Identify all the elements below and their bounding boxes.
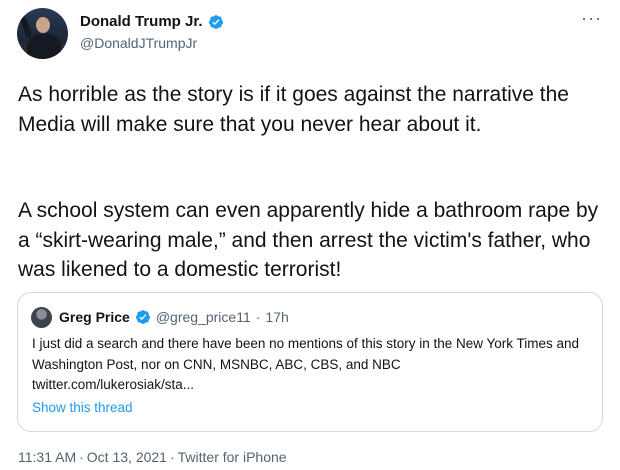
- quoted-tweet-body: I just did a search and there have been …: [32, 336, 580, 372]
- tweet-text-paragraph-2: A school system can even apparently hide…: [18, 199, 599, 281]
- tweet-card: Donald Trump Jr. @DonaldJTrumpJr ··· As …: [0, 0, 620, 470]
- avatar-arm: [19, 15, 33, 39]
- quoted-tweet-link[interactable]: twitter.com/lukerosiak/sta...: [32, 377, 194, 392]
- tweet-time[interactable]: 11:31 AM: [18, 449, 76, 465]
- tweet-source[interactable]: Twitter for iPhone: [178, 449, 287, 465]
- quoted-verified-badge-icon: [135, 310, 150, 324]
- verified-badge-icon: [208, 14, 223, 29]
- author-avatar[interactable]: [17, 8, 68, 59]
- tweet-metadata: 11:31 AM · Oct 13, 2021 · Twitter for iPhone: [18, 449, 287, 465]
- quoted-separator-dot: ·: [255, 309, 261, 325]
- quoted-author-avatar[interactable]: [31, 307, 52, 328]
- author-name[interactable]: Donald Trump Jr.: [80, 13, 203, 30]
- show-thread-link[interactable]: Show this thread: [32, 400, 133, 415]
- meta-separator-dot: ·: [79, 449, 84, 465]
- tweet-date[interactable]: Oct 13, 2021: [87, 449, 167, 465]
- quoted-timestamp[interactable]: 17h: [265, 309, 288, 325]
- quoted-tweet-text: I just did a search and there have been …: [32, 334, 592, 396]
- author-handle[interactable]: @DonaldJTrumpJr: [80, 35, 197, 51]
- avatar-head: [36, 17, 50, 33]
- quoted-tweet-header: Greg Price @greg_price11 · 17h: [59, 309, 289, 325]
- meta-separator-dot: ·: [169, 449, 175, 465]
- avatar-suit: [27, 34, 61, 59]
- quoted-tweet[interactable]: Greg Price @greg_price11 · 17h I just di…: [17, 292, 603, 432]
- more-options-icon[interactable]: ···: [581, 8, 602, 29]
- author-name-row: Donald Trump Jr.: [80, 13, 224, 30]
- quoted-author-handle[interactable]: @greg_price11: [156, 309, 251, 325]
- quoted-author-name[interactable]: Greg Price: [59, 309, 130, 325]
- tweet-text-paragraph-1: As horrible as the story is if it goes a…: [18, 83, 569, 136]
